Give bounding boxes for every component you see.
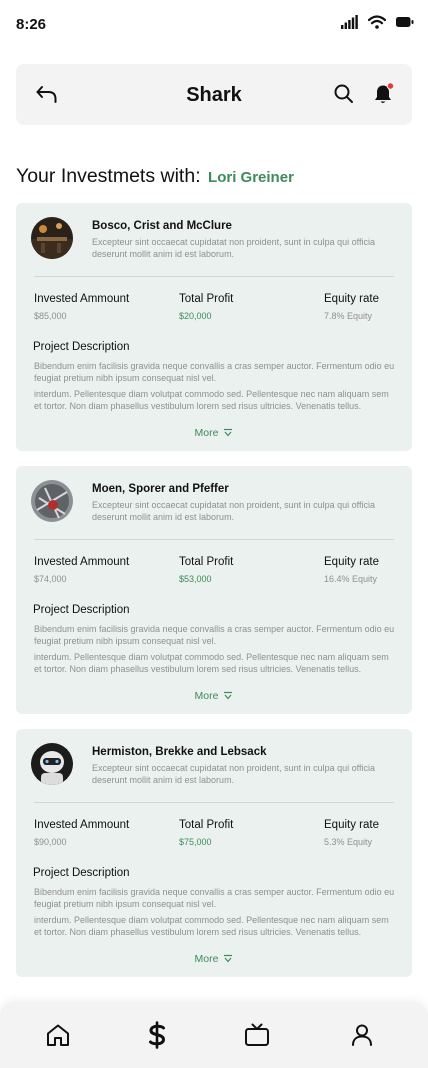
project-description-text: Bibendum enim facilisis gravida neque co… <box>34 624 395 646</box>
nav-home[interactable] <box>43 1020 73 1050</box>
more-button[interactable]: More <box>16 690 412 702</box>
project-description-text: Bibendum enim facilisis gravida neque co… <box>34 361 395 383</box>
investment-card[interactable]: Hermiston, Brekke and Lebsack Excepteur … <box>16 729 412 977</box>
project-description-text: interdum. Pellentesque diam volutpat com… <box>34 389 389 411</box>
divider <box>34 276 394 277</box>
divider <box>34 539 394 540</box>
invested-amount-value: $85,000 <box>34 311 67 321</box>
more-label: More <box>194 690 219 702</box>
company-name: Moen, Sporer and Pfeffer <box>92 483 229 495</box>
bottom-nav <box>0 1002 428 1068</box>
tv-icon <box>245 1023 269 1046</box>
section-heading: Your Investmets with: Lori Greiner <box>16 165 294 188</box>
cellular-signal-icon <box>341 15 358 29</box>
company-avatar <box>31 480 73 522</box>
more-button[interactable]: More <box>16 427 412 439</box>
total-profit-value: $20,000 <box>179 311 212 321</box>
equity-rate-value: 7.8% Equity <box>324 311 373 321</box>
search-icon <box>334 84 353 103</box>
company-avatar <box>31 217 73 259</box>
more-label: More <box>194 427 219 439</box>
status-icons <box>341 15 414 29</box>
back-arrow-icon <box>36 86 57 103</box>
total-profit-value: $53,000 <box>179 574 212 584</box>
company-name: Hermiston, Brekke and Lebsack <box>92 746 267 758</box>
equity-rate-label: Equity rate <box>324 293 379 305</box>
company-description: Excepteur sint occaecat cupidatat non pr… <box>92 763 376 785</box>
project-description-text: Bibendum enim facilisis gravida neque co… <box>34 887 395 909</box>
more-label: More <box>194 953 219 965</box>
shark-name: Lori Greiner <box>208 169 294 186</box>
invested-amount-label: Invested Ammount <box>34 293 130 305</box>
equity-rate-label: Equity rate <box>324 819 379 831</box>
project-description-text: interdum. Pellentesque diam volutpat com… <box>34 915 389 937</box>
notifications-button[interactable] <box>372 82 396 106</box>
dollar-icon <box>149 1021 166 1049</box>
company-description: Excepteur sint occaecat cupidatat non pr… <box>92 500 376 522</box>
project-description-text: interdum. Pellentesque diam volutpat com… <box>34 652 389 674</box>
nav-investments[interactable] <box>142 1020 172 1050</box>
company-name: Bosco, Crist and McClure <box>92 220 232 232</box>
status-time: 8:26 <box>16 16 47 33</box>
invested-amount-label: Invested Ammount <box>34 819 130 831</box>
invested-amount-value: $90,000 <box>34 837 67 847</box>
profile-icon <box>352 1024 372 1046</box>
more-button[interactable]: More <box>16 953 412 965</box>
back-button[interactable] <box>34 82 60 108</box>
investment-card[interactable]: Moen, Sporer and Pfeffer Excepteur sint … <box>16 466 412 714</box>
project-description-title: Project Description <box>33 341 130 353</box>
battery-icon <box>396 17 414 27</box>
equity-rate-label: Equity rate <box>324 556 379 568</box>
total-profit-value: $75,000 <box>179 837 212 847</box>
nav-profile[interactable] <box>347 1020 377 1050</box>
nav-tv[interactable] <box>242 1020 272 1050</box>
wifi-icon <box>368 15 386 29</box>
project-description-title: Project Description <box>33 867 130 879</box>
investment-card[interactable]: Bosco, Crist and McClure Excepteur sint … <box>16 203 412 451</box>
chevron-down-icon <box>224 954 233 963</box>
home-icon <box>47 1024 69 1046</box>
chevron-down-icon <box>224 691 233 700</box>
equity-rate-value: 5.3% Equity <box>324 837 373 847</box>
total-profit-label: Total Profit <box>179 293 234 305</box>
search-button[interactable] <box>333 83 355 105</box>
invested-amount-label: Invested Ammount <box>34 556 130 568</box>
project-description-title: Project Description <box>33 604 130 616</box>
divider <box>34 802 394 803</box>
company-avatar <box>31 743 73 785</box>
status-bar: 8:26 <box>0 0 428 50</box>
total-profit-label: Total Profit <box>179 556 234 568</box>
chevron-down-icon <box>224 428 233 437</box>
company-description: Excepteur sint occaecat cupidatat non pr… <box>92 237 376 259</box>
total-profit-label: Total Profit <box>179 819 234 831</box>
equity-rate-value: 16.4% Equity <box>324 574 378 584</box>
section-heading-text: Your Investmets with: <box>16 165 201 187</box>
app-header: Shark <box>16 64 412 125</box>
invested-amount-value: $74,000 <box>34 574 67 584</box>
bell-icon <box>375 82 395 103</box>
